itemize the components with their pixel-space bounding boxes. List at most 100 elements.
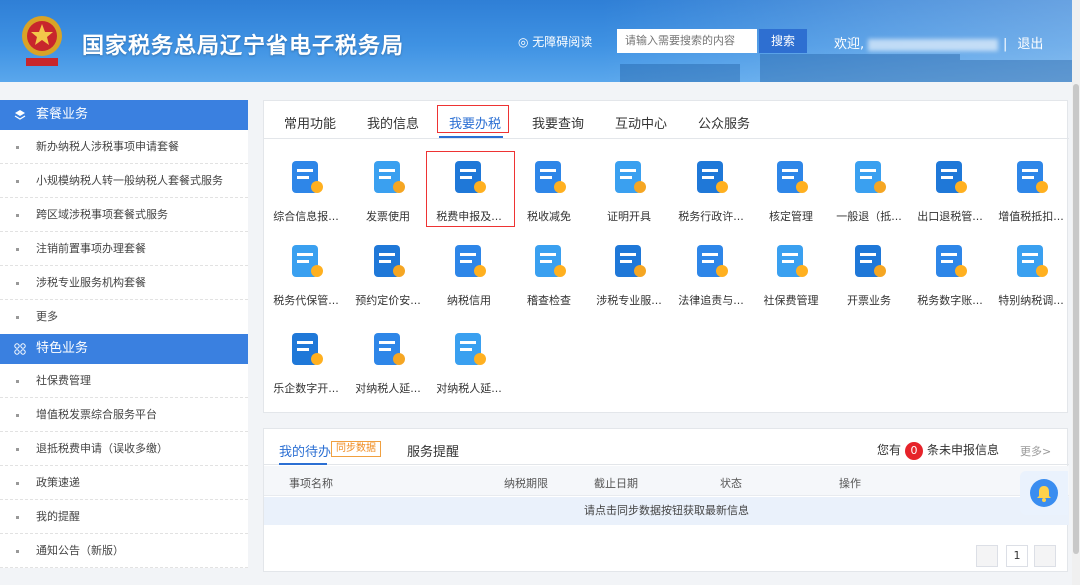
admin-permit-icon: [697, 161, 728, 193]
social-security-icon: [777, 245, 808, 277]
sidebar-item[interactable]: 注销前置事项办理套餐: [0, 232, 248, 266]
extension-icon: [455, 333, 486, 365]
sidebar-item[interactable]: 跨区域涉税事项套餐式服务: [0, 198, 248, 232]
credit-icon: [455, 245, 486, 277]
sidebar-section-header[interactable]: 套餐业务: [0, 100, 248, 130]
column-header: 截止日期: [594, 477, 638, 490]
column-header: 操作: [839, 477, 861, 490]
service-item[interactable]: 税费申报及...: [429, 157, 509, 224]
more-link[interactable]: 更多>: [1020, 443, 1051, 459]
logout-link[interactable]: | 退出: [1003, 33, 1043, 52]
service-item-label: 证明开具: [607, 210, 651, 223]
sync-data-button[interactable]: 同步数据: [331, 441, 381, 457]
sidebar-item[interactable]: 退抵税费申请（误收多缴）: [0, 432, 248, 466]
service-item[interactable]: 税务代保管...: [266, 241, 346, 308]
tab-my-info[interactable]: 我的信息: [367, 113, 419, 132]
export-refund-icon: [936, 161, 967, 193]
tab-common[interactable]: 常用功能: [284, 113, 336, 132]
tab-service-reminder[interactable]: 服务提醒: [407, 441, 459, 460]
service-item[interactable]: 证明开具: [589, 157, 669, 224]
tab-public-service[interactable]: 公众服务: [698, 113, 750, 132]
refund-icon: [855, 161, 886, 193]
scrollbar-thumb[interactable]: [1073, 84, 1079, 554]
service-item-label: 综合信息报...: [273, 210, 339, 223]
page-number[interactable]: 1: [1006, 545, 1028, 567]
sidebar-item[interactable]: 我的提醒: [0, 500, 248, 534]
service-item[interactable]: 社保费管理: [751, 241, 831, 308]
assessment-icon: [777, 161, 808, 193]
service-item-label: 税费申报及...: [436, 210, 502, 223]
special-adjustment-icon: [1017, 245, 1048, 277]
service-item-label: 税收减免: [527, 210, 571, 223]
search-button[interactable]: 搜索: [759, 29, 807, 53]
professional-service-icon: [615, 245, 646, 277]
service-item-label: 核定管理: [769, 210, 813, 223]
vat-deduction-icon: [1017, 161, 1048, 193]
service-item[interactable]: 开票业务: [829, 241, 909, 308]
service-item-label: 预约定价安...: [355, 294, 421, 307]
service-item[interactable]: 纳税信用: [429, 241, 509, 308]
service-item[interactable]: 特别纳税调...: [991, 241, 1071, 308]
tab-query[interactable]: 我要查询: [532, 113, 584, 132]
next-page-button[interactable]: [1034, 545, 1056, 567]
sidebar-item[interactable]: 社保费管理: [0, 364, 248, 398]
service-item[interactable]: 税收减免: [509, 157, 589, 224]
service-item[interactable]: 一般退（抵...: [829, 157, 909, 224]
service-item-label: 增值税抵扣...: [998, 210, 1064, 223]
service-item[interactable]: 税务数字账...: [910, 241, 990, 308]
tab-bar: 常用功能 我的信息 我要办税 我要查询 互动中心 公众服务: [264, 101, 1069, 139]
active-tab-indicator: [439, 136, 503, 138]
service-item-label: 税务代保管...: [273, 294, 339, 307]
service-item[interactable]: 核定管理: [751, 157, 831, 224]
service-item[interactable]: 对纳税人延...: [429, 329, 509, 396]
service-item[interactable]: 稽查检查: [509, 241, 589, 308]
accessibility-link[interactable]: ◎ 无障碍阅读: [518, 33, 592, 50]
service-item-label: 纳税信用: [447, 294, 491, 307]
service-item-label: 对纳税人延...: [355, 382, 421, 395]
page-scrollbar[interactable]: [1072, 0, 1080, 585]
certificate-icon: [615, 161, 646, 193]
service-item[interactable]: 乐企数字开...: [266, 329, 346, 396]
sidebar-item-more[interactable]: 更多: [0, 300, 248, 334]
tax-emblem-icon: [22, 16, 62, 66]
sidebar-item[interactable]: 小规模纳税人转一般纳税人套餐式服务: [0, 164, 248, 198]
username-redacted: [868, 38, 999, 51]
sidebar-item[interactable]: 新办纳税人涉税事项申请套餐: [0, 130, 248, 164]
bell-icon: [1030, 479, 1058, 507]
service-item[interactable]: 发票使用: [348, 157, 428, 224]
grid-icon: [14, 343, 26, 355]
sidebar-section-header[interactable]: 特色业务: [0, 334, 248, 364]
column-header: 事项名称: [289, 477, 333, 490]
sidebar-item[interactable]: 通知公告（新版）: [0, 534, 248, 568]
service-item-label: 对纳税人延...: [436, 382, 502, 395]
info-report-icon: [292, 161, 323, 193]
tab-my-todo[interactable]: 我的待办: [279, 441, 331, 460]
service-item[interactable]: 税务行政许...: [671, 157, 751, 224]
service-item[interactable]: 出口退税管...: [910, 157, 990, 224]
column-header: 纳税期限: [504, 477, 548, 490]
site-header: 国家税务总局辽宁省电子税务局 ◎ 无障碍阅读 搜索 欢迎, |退出: [0, 0, 1080, 82]
service-item[interactable]: 法律追责与...: [671, 241, 751, 308]
header-mountain: [620, 64, 740, 82]
todo-tab-bar: 我的待办 同步数据 服务提醒 您有 0 条未申报信息 更多>: [264, 429, 1069, 465]
header-mountain: [760, 54, 960, 82]
service-panel: 常用功能 我的信息 我要办税 我要查询 互动中心 公众服务 综合信息报... 发票…: [263, 100, 1071, 413]
empty-row-message: 请点击同步数据按钮获取最新信息: [264, 497, 1069, 525]
sidebar-item[interactable]: 政策速递: [0, 466, 248, 500]
service-item[interactable]: 对纳税人延...: [348, 329, 428, 396]
sidebar-item[interactable]: 增值税发票综合服务平台: [0, 398, 248, 432]
service-item[interactable]: 预约定价安...: [348, 241, 428, 308]
invoice-icon: [374, 161, 405, 193]
unfiled-count: 您有 0 条未申报信息: [877, 441, 999, 460]
notification-widget[interactable]: [1020, 471, 1068, 515]
tab-interaction[interactable]: 互动中心: [615, 113, 667, 132]
layers-icon: [14, 110, 26, 120]
prev-page-button[interactable]: [976, 545, 998, 567]
search-input[interactable]: [617, 29, 757, 53]
service-item[interactable]: 增值税抵扣...: [991, 157, 1071, 224]
service-item[interactable]: 综合信息报...: [266, 157, 346, 224]
sidebar-item[interactable]: 涉税专业服务机构套餐: [0, 266, 248, 300]
service-item-label: 开票业务: [847, 294, 891, 307]
service-item[interactable]: 涉税专业服...: [589, 241, 669, 308]
welcome-text: 欢迎,: [834, 33, 999, 52]
